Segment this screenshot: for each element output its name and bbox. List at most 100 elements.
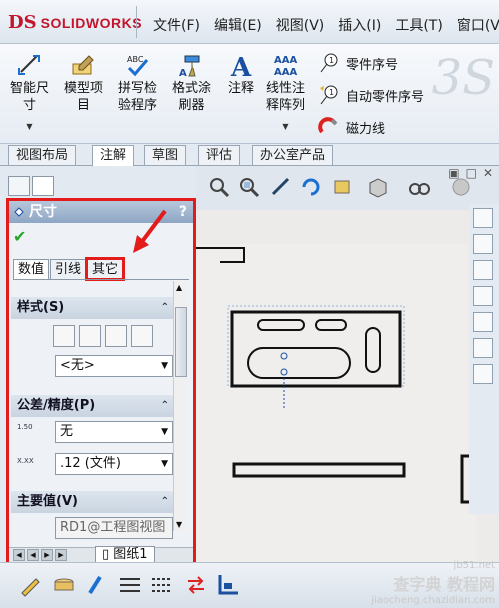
model-items-button[interactable]: 模型项 目 (64, 52, 103, 114)
pencil-icon[interactable] (18, 573, 42, 597)
property-manager-title: 尺寸 (29, 204, 57, 220)
zoom-to-fit-icon[interactable] (208, 176, 230, 198)
smart-dimension-button[interactable]: 智能尺 寸 ▼ (10, 52, 49, 135)
save-style-icon[interactable] (131, 325, 153, 347)
next-sheet-icon[interactable]: ▶ (41, 549, 53, 561)
menu-view[interactable]: 视图(V) (269, 15, 332, 35)
property-manager-tab-icon[interactable] (32, 176, 54, 196)
property-manager-scrollbar[interactable]: ▲ ▼ (173, 281, 187, 531)
balloon-icon: 1 (320, 53, 338, 73)
tab-leaders[interactable]: 引线 (50, 259, 87, 279)
maximize-icon[interactable]: □ (466, 166, 477, 180)
scrollbar-thumb[interactable] (175, 307, 187, 377)
first-sheet-icon[interactable]: ◀ (13, 549, 25, 561)
scroll-up-icon[interactable]: ▲ (176, 283, 182, 292)
chevron-down-icon[interactable]: ▼ (266, 118, 305, 135)
magnetic-line-button[interactable]: 磁力线 (318, 116, 385, 138)
home-icon[interactable] (473, 234, 493, 254)
previous-view-icon[interactable] (270, 176, 292, 198)
apply-default-style-icon[interactable] (53, 325, 75, 347)
precision-icon: X.XX (17, 457, 34, 465)
format-painter-button[interactable]: A 格式涂 刷器 (172, 52, 211, 114)
folder-icon[interactable] (473, 286, 493, 306)
collapse-icon[interactable]: ⌃ (161, 395, 169, 417)
ds-watermark-logo: 3S (431, 50, 495, 106)
library-icon[interactable] (473, 260, 493, 280)
menu-file[interactable]: 文件(F) (146, 15, 207, 35)
style-select[interactable]: <无> ▼ (55, 355, 173, 377)
note-icon: A (230, 53, 252, 78)
smart-dimension-label1: 智能尺 (10, 81, 50, 96)
primary-value-field[interactable]: RD1@工程图视图 (55, 517, 173, 539)
svg-text:AAA: AAA (274, 55, 297, 66)
hide-show-items-icon[interactable] (408, 176, 430, 198)
prev-sheet-icon[interactable]: ◀ (27, 549, 39, 561)
tolerance-type-select[interactable]: 无 ▼ (55, 421, 173, 443)
collapse-icon[interactable]: ⌃ (161, 491, 169, 513)
sheet-properties-icon[interactable] (332, 176, 354, 198)
menu-tools[interactable]: 工具(T) (388, 15, 449, 35)
section-primary-value[interactable]: 主要值(V) ⌃ (11, 491, 175, 513)
tab-office-products[interactable]: 办公室产品 (252, 145, 334, 165)
delete-style-icon[interactable] (105, 325, 127, 347)
menu-window[interactable]: 窗口(V (450, 15, 499, 35)
menu-insert[interactable]: 插入(I) (331, 15, 388, 35)
spell-checker-label1: 拼写检 (118, 81, 158, 96)
menu-edit[interactable]: 编辑(E) (207, 15, 269, 35)
section-style[interactable]: 样式(S) ⌃ (11, 297, 175, 319)
section-primary-label: 主要值(V) (17, 494, 78, 509)
precision-select[interactable]: .12 (文件) ▼ (55, 453, 173, 475)
tab-evaluate[interactable]: 评估 (198, 145, 241, 165)
zoom-area-icon[interactable] (238, 176, 260, 198)
chevron-down-icon: ▼ (161, 427, 168, 437)
balloon-button[interactable]: 1 零件序号 (318, 52, 398, 74)
resources-icon[interactable] (473, 208, 493, 228)
model-items-icon (72, 55, 94, 75)
tab-sketch[interactable]: 草图 (144, 145, 187, 165)
rebuild-icon[interactable] (300, 176, 322, 198)
tab-other[interactable]: 其它 (85, 257, 126, 281)
subtabs: 数值 引线 其它 (13, 257, 126, 281)
last-sheet-icon[interactable]: ▶ (55, 549, 67, 561)
line-style-icon[interactable] (150, 573, 174, 597)
custom-properties-icon[interactable] (473, 364, 493, 384)
watermark-line2: 查字典 教程网 (393, 575, 495, 594)
note-button[interactable]: A 注释 (226, 52, 256, 97)
style-toolbar (53, 325, 153, 347)
sheet-tab-label: 图纸1 (113, 547, 148, 562)
spell-checker-label2: 验程序 (118, 98, 158, 113)
line-thickness-icon[interactable] (118, 573, 142, 597)
view-orientation-icon[interactable] (366, 176, 388, 198)
left-panel: 尺寸 ? ✔ 数值 引线 其它 样式(S) ⌃ <无> ▼ 公差/精度(P) ⌃… (0, 166, 198, 564)
tab-annotation[interactable]: 注解 (92, 145, 135, 167)
drawing-sheet[interactable] (196, 244, 476, 562)
brush-icon[interactable] (84, 573, 108, 597)
red-arrow-icon (133, 209, 167, 253)
swap-icon[interactable] (184, 573, 208, 597)
format-painter-label1: 格式涂 (172, 81, 212, 96)
linear-note-pattern-button[interactable]: AAA AAA 线性注 释阵列 ▼ (266, 52, 305, 135)
feature-manager-tab-icon[interactable] (8, 176, 30, 196)
align-icon[interactable] (216, 573, 240, 597)
view-palette-icon[interactable] (473, 312, 493, 332)
add-style-icon[interactable] (79, 325, 101, 347)
tab-value[interactable]: 数值 (13, 259, 50, 279)
tab-view-layout[interactable]: 视图布局 (8, 145, 77, 165)
auto-balloon-button[interactable]: 1 自动零件序号 (318, 84, 424, 106)
spell-checker-button[interactable]: ABC 拼写检 验程序 (118, 52, 157, 114)
close-icon[interactable]: ✕ (483, 166, 493, 180)
chevron-down-icon[interactable]: ▼ (10, 118, 49, 135)
restore-icon[interactable]: ▣ (448, 166, 459, 180)
section-tolerance[interactable]: 公差/精度(P) ⌃ (11, 395, 175, 417)
svg-text:A: A (179, 68, 187, 78)
divider (136, 6, 137, 38)
graphics-area[interactable]: ▣ □ ✕ (196, 166, 499, 562)
appearances-icon[interactable] (473, 338, 493, 358)
collapse-icon[interactable]: ⌃ (161, 297, 169, 319)
scroll-down-icon[interactable]: ▼ (176, 520, 182, 529)
sheet-navigation: ◀ ◀ ▶ ▶ ▯ 图纸1 (9, 546, 193, 564)
ok-check-icon[interactable]: ✔ (13, 227, 26, 246)
sheet-icon: ▯ (102, 547, 110, 562)
help-icon[interactable]: ? (179, 201, 187, 223)
layer-icon[interactable] (52, 573, 76, 597)
